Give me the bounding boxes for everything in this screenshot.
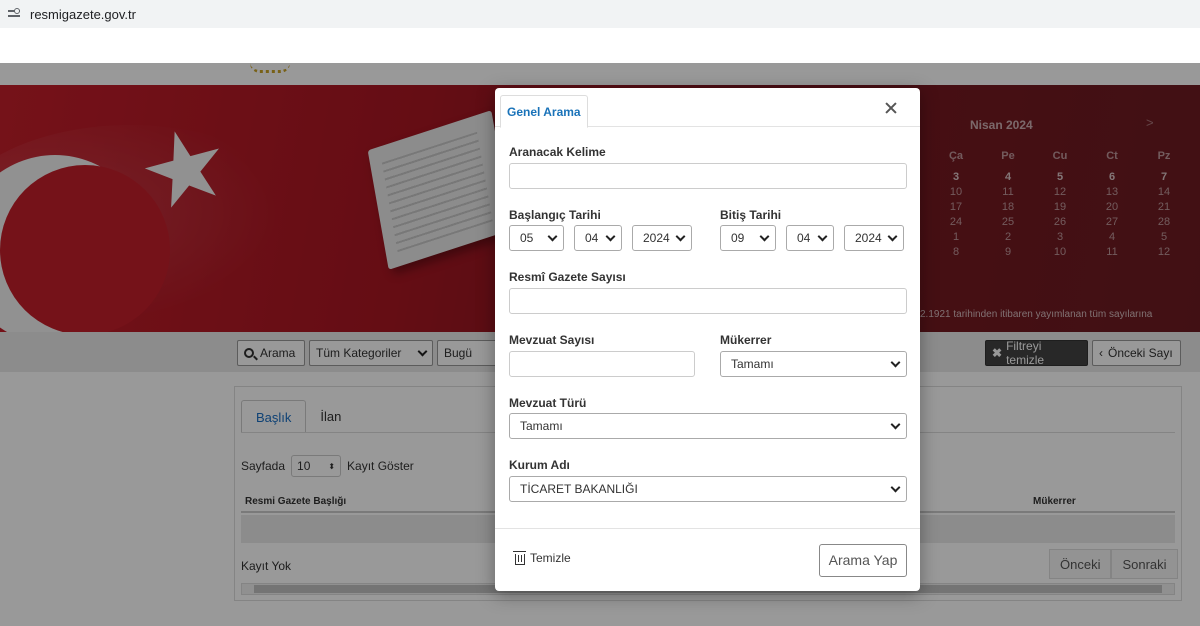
browser-toolbar-strip bbox=[0, 28, 1200, 63]
legislation-number-input[interactable] bbox=[509, 351, 695, 377]
end-year-select[interactable]: 2024 bbox=[844, 225, 904, 251]
chevron-down-icon bbox=[547, 231, 558, 241]
end-year-value: 2024 bbox=[855, 231, 882, 245]
end-month-select[interactable]: 04 bbox=[786, 225, 834, 251]
clear-button-label: Temizle bbox=[530, 551, 571, 565]
legislation-number-label: Mevzuat Sayısı bbox=[509, 333, 595, 347]
keyword-label: Aranacak Kelime bbox=[509, 145, 606, 159]
tab-genel-arama[interactable]: Genel Arama bbox=[500, 95, 588, 128]
end-month-value: 04 bbox=[797, 231, 811, 245]
search-submit-button[interactable]: Arama Yap bbox=[819, 544, 907, 577]
start-day-select[interactable]: 05 bbox=[509, 225, 564, 251]
mukerrer-select[interactable]: Tamamı bbox=[720, 351, 907, 377]
institution-value: TİCARET BAKANLIĞI bbox=[520, 482, 638, 496]
mukerrer-value: Tamamı bbox=[731, 357, 774, 371]
site-settings-icon[interactable] bbox=[8, 7, 22, 21]
legislation-type-select[interactable]: Tamamı bbox=[509, 413, 907, 439]
chevron-down-icon bbox=[887, 231, 898, 241]
end-day-value: 09 bbox=[731, 231, 745, 245]
modal-header: Genel Arama bbox=[495, 88, 920, 128]
chevron-down-icon bbox=[605, 231, 616, 241]
institution-select[interactable]: TİCARET BAKANLIĞI bbox=[509, 476, 907, 502]
chevron-down-icon bbox=[759, 231, 770, 241]
chevron-down-icon bbox=[890, 419, 901, 429]
end-date-label: Bitiş Tarihi bbox=[720, 208, 782, 222]
start-year-value: 2024 bbox=[643, 231, 670, 245]
modal-footer: Temizle Arama Yap bbox=[495, 528, 920, 591]
start-date-label: Başlangıç Tarihi bbox=[509, 208, 601, 222]
chevron-down-icon bbox=[817, 231, 828, 241]
close-icon[interactable] bbox=[883, 101, 899, 117]
url-text[interactable]: resmigazete.gov.tr bbox=[30, 7, 136, 22]
chevron-down-icon bbox=[675, 231, 686, 241]
browser-url-bar[interactable]: resmigazete.gov.tr bbox=[0, 0, 1200, 28]
chevron-down-icon bbox=[890, 357, 901, 367]
legislation-type-label: Mevzuat Türü bbox=[509, 396, 587, 410]
start-day-value: 05 bbox=[520, 231, 534, 245]
legislation-type-value: Tamamı bbox=[520, 419, 563, 433]
start-month-select[interactable]: 04 bbox=[574, 225, 622, 251]
clear-button[interactable]: Temizle bbox=[513, 550, 571, 565]
start-year-select[interactable]: 2024 bbox=[632, 225, 692, 251]
trash-icon bbox=[513, 550, 526, 565]
institution-label: Kurum Adı bbox=[509, 458, 570, 472]
mukerrer-label: Mükerrer bbox=[720, 333, 772, 347]
keyword-input[interactable] bbox=[509, 163, 907, 189]
gazette-number-label: Resmî Gazete Sayısı bbox=[509, 270, 626, 284]
chevron-down-icon bbox=[890, 482, 901, 492]
search-modal: Genel Arama Aranacak Kelime Başlangıç Ta… bbox=[495, 88, 920, 591]
gazette-number-input[interactable] bbox=[509, 288, 907, 314]
end-day-select[interactable]: 09 bbox=[720, 225, 776, 251]
start-month-value: 04 bbox=[585, 231, 599, 245]
